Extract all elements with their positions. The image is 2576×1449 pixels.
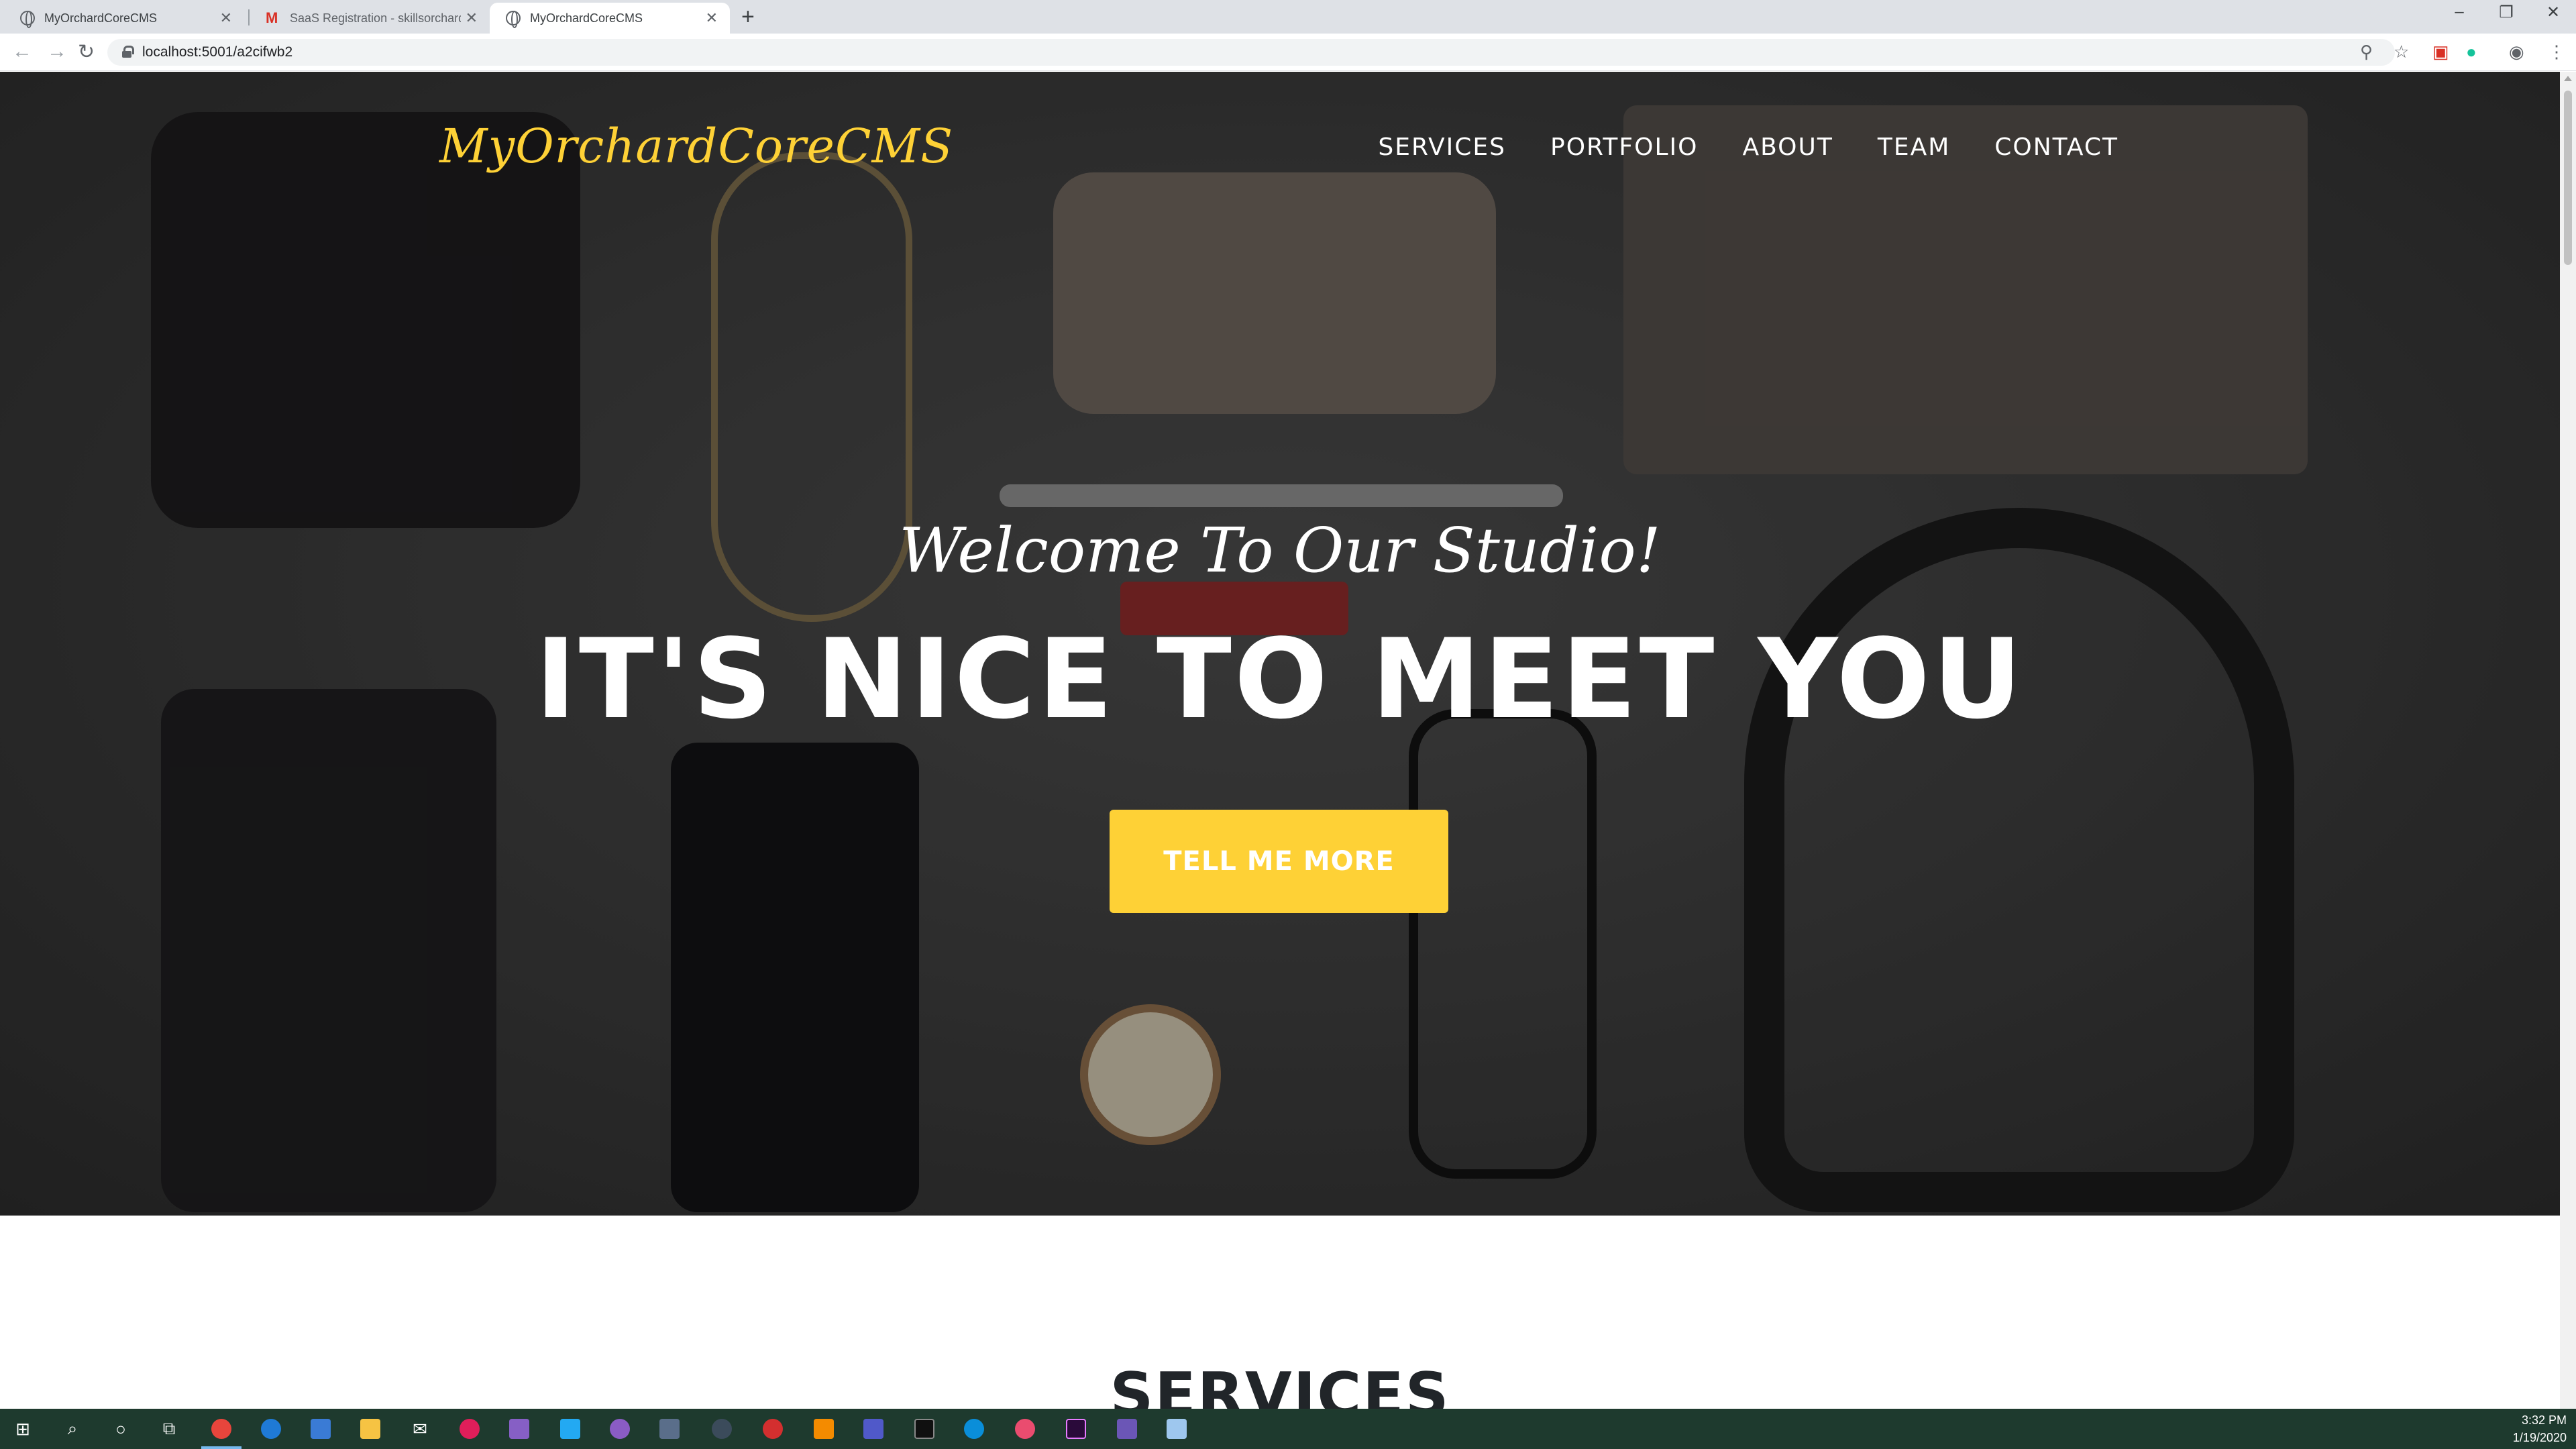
file-explorer-icon[interactable] bbox=[357, 1415, 384, 1442]
app-icon[interactable] bbox=[656, 1415, 683, 1442]
globe-icon bbox=[20, 11, 35, 28]
skype-icon[interactable] bbox=[961, 1415, 987, 1442]
tab-2[interactable]: M SaaS Registration - skillsorchard ✕ bbox=[250, 3, 490, 34]
visual-studio-icon[interactable] bbox=[506, 1415, 533, 1442]
hero-heading: IT'S NICE TO MEET YOU bbox=[535, 615, 2025, 743]
menu-kebab-icon[interactable]: ⋮ bbox=[2548, 42, 2565, 62]
site-brand-logo[interactable]: MyOrchardCoreCMS bbox=[439, 119, 953, 174]
vlc-icon[interactable] bbox=[810, 1415, 837, 1442]
close-icon[interactable]: ✕ bbox=[466, 9, 478, 27]
profile-avatar-icon[interactable]: ◉ bbox=[2509, 42, 2524, 62]
restore-button[interactable]: ❐ bbox=[2486, 3, 2526, 22]
lock-icon bbox=[122, 46, 134, 58]
new-tab-button[interactable]: + bbox=[741, 4, 755, 30]
tab-strip: MyOrchardCoreCMS ✕ M SaaS Registration -… bbox=[0, 0, 2576, 34]
store-icon[interactable] bbox=[307, 1415, 334, 1442]
scroll-up-arrow-icon[interactable] bbox=[2564, 76, 2572, 81]
close-icon[interactable]: ✕ bbox=[706, 9, 718, 27]
task-view-icon[interactable]: ⧉ bbox=[156, 1415, 182, 1442]
edge-icon[interactable] bbox=[258, 1415, 284, 1442]
teams-icon[interactable] bbox=[860, 1415, 887, 1442]
premiere-icon[interactable] bbox=[1063, 1415, 1089, 1442]
url-text: localhost:5001/a2cifwb2 bbox=[142, 44, 293, 60]
hero-subheading: Welcome To Our Studio! bbox=[899, 515, 1661, 586]
app-icon[interactable] bbox=[1012, 1415, 1038, 1442]
nav-link-about[interactable]: ABOUT bbox=[1742, 133, 1833, 161]
tab-title: MyOrchardCoreCMS bbox=[44, 11, 158, 25]
windows-start-icon[interactable]: ⊞ bbox=[9, 1415, 36, 1442]
mail-icon[interactable]: ✉ bbox=[407, 1415, 433, 1442]
plus-icon: + bbox=[741, 4, 755, 30]
browser-toolbar: ← → ↻ localhost:5001/a2cifwb2 ⚲ ☆ ▣ ● ◉ … bbox=[0, 34, 2576, 71]
tab-1[interactable]: MyOrchardCoreCMS ✕ bbox=[4, 3, 244, 34]
services-heading: SERVICES bbox=[1110, 1360, 1450, 1409]
address-bar[interactable]: localhost:5001/a2cifwb2 bbox=[107, 39, 2395, 66]
nav-link-contact[interactable]: CONTACT bbox=[1994, 133, 2118, 161]
app-icon[interactable] bbox=[1163, 1415, 1190, 1442]
github-icon[interactable] bbox=[606, 1415, 633, 1442]
zoom-icon[interactable]: ⚲ bbox=[2360, 42, 2373, 62]
main-nav: SERVICES PORTFOLIO ABOUT TEAM CONTACT bbox=[1378, 133, 2118, 161]
minimize-button[interactable]: – bbox=[2439, 3, 2479, 21]
clock-time: 3:32 PM bbox=[2521, 1413, 2567, 1427]
taskbar-clock[interactable]: 3:32 PM 1/19/2020 bbox=[2513, 1411, 2567, 1446]
app-icon[interactable] bbox=[708, 1415, 735, 1442]
gmail-icon: M bbox=[266, 9, 278, 26]
vscode-icon[interactable] bbox=[557, 1415, 584, 1442]
nav-link-portfolio[interactable]: PORTFOLIO bbox=[1550, 133, 1698, 161]
close-icon[interactable]: ✕ bbox=[220, 9, 232, 27]
reload-button[interactable]: ↻ bbox=[78, 40, 95, 64]
page-scrollbar[interactable] bbox=[2560, 72, 2576, 1409]
clock-date: 1/19/2020 bbox=[2512, 1431, 2567, 1444]
forward-button[interactable]: → bbox=[47, 40, 67, 63]
close-window-button[interactable]: ✕ bbox=[2533, 3, 2573, 22]
search-icon[interactable]: ⌕ bbox=[59, 1415, 86, 1442]
app-icon[interactable] bbox=[759, 1415, 786, 1442]
terminal-icon[interactable] bbox=[911, 1415, 938, 1442]
tell-me-more-button[interactable]: TELL ME MORE bbox=[1110, 810, 1448, 913]
globe-icon bbox=[506, 11, 521, 28]
windows-taskbar: ⊞ ⌕ ○ ⧉ ✉ 3:32 PM 1/19/2020 bbox=[0, 1409, 2576, 1449]
hero-section: MyOrchardCoreCMS SERVICES PORTFOLIO ABOU… bbox=[0, 72, 2560, 1216]
scrollbar-thumb[interactable] bbox=[2564, 91, 2572, 265]
tab-title: MyOrchardCoreCMS bbox=[530, 11, 643, 25]
active-app-indicator bbox=[201, 1446, 241, 1449]
slack-icon[interactable] bbox=[456, 1415, 483, 1442]
chrome-icon[interactable] bbox=[208, 1415, 235, 1442]
extension-icon[interactable]: ▣ bbox=[2432, 42, 2449, 62]
tab-3-active[interactable]: MyOrchardCoreCMS ✕ bbox=[490, 3, 730, 34]
app-icon[interactable] bbox=[1114, 1415, 1140, 1442]
grammarly-icon[interactable]: ● bbox=[2466, 42, 2477, 62]
cortana-icon[interactable]: ○ bbox=[107, 1415, 134, 1442]
page-viewport: MyOrchardCoreCMS SERVICES PORTFOLIO ABOU… bbox=[0, 72, 2560, 1409]
bookmark-star-icon[interactable]: ☆ bbox=[2394, 42, 2409, 62]
nav-link-team[interactable]: TEAM bbox=[1878, 133, 1950, 161]
tab-title: SaaS Registration - skillsorchard bbox=[290, 11, 461, 25]
back-button[interactable]: ← bbox=[12, 40, 32, 63]
nav-link-services[interactable]: SERVICES bbox=[1378, 133, 1506, 161]
